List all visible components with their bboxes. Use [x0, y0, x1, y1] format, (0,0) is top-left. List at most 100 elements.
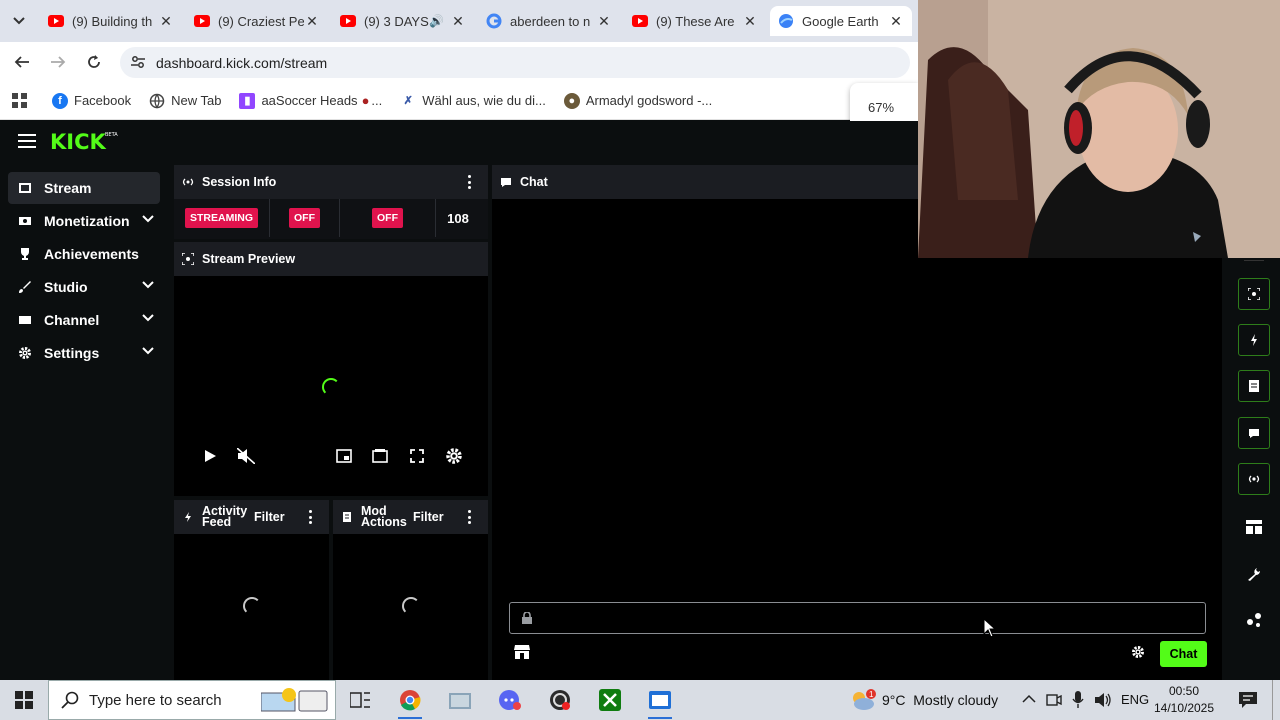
loading-spinner [322, 378, 340, 396]
browser-tab[interactable]: (9) 3 DAYS 🔊 ✕ [332, 6, 474, 36]
chevron-up-icon[interactable] [1022, 694, 1036, 704]
rail-layout-button[interactable] [1238, 511, 1270, 543]
chat-settings-icon[interactable] [1132, 646, 1144, 658]
stream-preview-panel: Stream Preview [174, 242, 488, 496]
taskbar-file-explorer[interactable] [442, 684, 478, 716]
sidebar-item-stream[interactable]: Stream [8, 172, 160, 204]
youtube-icon [194, 13, 210, 29]
filter-button[interactable]: Filter [413, 510, 444, 524]
pip-button[interactable] [334, 446, 354, 466]
rail-stream-preview-button[interactable] [1238, 278, 1270, 310]
chat-input[interactable] [509, 602, 1206, 634]
chat-bubble-icon [500, 176, 512, 188]
gear-icon [446, 448, 462, 464]
reload-button[interactable] [82, 50, 106, 74]
speaker-icon[interactable] [1094, 692, 1112, 708]
notifications-icon[interactable] [1238, 690, 1258, 710]
filter-button[interactable]: Filter [254, 510, 285, 524]
bookmark-facebook[interactable]: f Facebook [52, 92, 131, 109]
bookmarks-bar: f Facebook New Tab ▮ aaSoccer Heads ● ..… [0, 82, 918, 120]
rail-tools-button[interactable] [1238, 558, 1270, 590]
close-icon[interactable]: ✕ [304, 13, 320, 30]
more-options-icon[interactable] [309, 510, 313, 524]
app-window-icon [649, 691, 671, 709]
theater-icon [372, 449, 388, 463]
obs-icon [550, 690, 570, 710]
rail-chat-button[interactable] [1238, 417, 1270, 449]
document-icon [341, 511, 353, 523]
close-icon[interactable]: ✕ [450, 13, 466, 30]
taskbar-xbox[interactable] [592, 684, 628, 716]
broadcast-icon [1248, 475, 1260, 483]
speaker-icon[interactable]: 🔊 [429, 14, 444, 28]
taskbar-discord[interactable] [492, 684, 528, 716]
status-toggle[interactable]: OFF [340, 199, 436, 237]
browser-tab-active[interactable]: Google Earth ✕ [770, 6, 912, 36]
panel-title: Session Info [202, 175, 277, 189]
brush-icon [18, 280, 32, 294]
taskbar-chrome[interactable] [392, 684, 428, 719]
channel-icon [18, 313, 32, 327]
bookmark-new-tab[interactable]: New Tab [149, 93, 221, 109]
mute-button[interactable] [236, 446, 256, 466]
address-bar[interactable]: dashboard.kick.com/stream [120, 47, 910, 78]
activity-feed-header: Activity Feed Filter [174, 500, 329, 534]
bookmark-soccer-heads[interactable]: ▮ aaSoccer Heads ● ... [239, 92, 382, 109]
bookmark-label: Wähl aus, wie du di... [422, 93, 546, 108]
taskbar-kick-app[interactable] [642, 684, 678, 719]
arrow-right-icon [51, 56, 66, 68]
stream-status[interactable]: STREAMING [174, 199, 270, 237]
more-options-icon[interactable] [468, 510, 472, 524]
search-placeholder: Type here to search [89, 691, 222, 709]
back-button[interactable] [10, 50, 34, 74]
site-settings-icon[interactable] [130, 54, 146, 70]
language-indicator[interactable]: ENG [1121, 692, 1149, 707]
close-icon[interactable]: ✕ [742, 13, 758, 30]
browser-tab[interactable]: (9) These Are ✕ [624, 6, 766, 36]
sidebar-item-settings[interactable]: Settings [8, 337, 160, 369]
close-icon[interactable]: ✕ [596, 13, 612, 30]
taskbar-obs[interactable] [542, 684, 578, 716]
forward-button[interactable] [46, 50, 70, 74]
sidebar-item-studio[interactable]: Studio [8, 271, 160, 303]
sidebar-item-monetization[interactable]: Monetization [8, 205, 160, 237]
menu-icon[interactable] [18, 134, 36, 148]
bookmark-armadyl[interactable]: ● Armadyl godsword -... [563, 92, 712, 109]
tab-search-button[interactable] [6, 8, 32, 34]
rail-activity-button[interactable] [1238, 324, 1270, 356]
clock[interactable]: 00:50 14/10/2025 [1150, 683, 1218, 717]
taskbar-search-box[interactable]: Type here to search [48, 680, 336, 720]
meet-now-icon[interactable] [1046, 692, 1062, 708]
tab-title: (9) Craziest Pe [218, 13, 304, 29]
bookmark-label: New Tab [171, 93, 222, 108]
sidebar-item-achievements[interactable]: Achievements [8, 238, 160, 270]
bookmark-waehl-aus[interactable]: ✗ Wähl aus, wie du di... [400, 93, 546, 109]
rail-mod-actions-button[interactable] [1238, 370, 1270, 402]
task-view-button[interactable] [342, 684, 378, 716]
start-button[interactable] [0, 680, 48, 720]
chat-send-button[interactable]: Chat [1160, 641, 1207, 667]
fullscreen-button[interactable] [407, 446, 427, 466]
rail-integrations-button[interactable] [1238, 604, 1270, 636]
microphone-icon[interactable] [1072, 691, 1084, 709]
weather-widget[interactable]: 1 9°C Mostly cloudy [850, 689, 998, 711]
sidebar-item-channel[interactable]: Channel [8, 304, 160, 336]
more-options-icon[interactable] [468, 175, 472, 189]
store-icon[interactable] [514, 645, 530, 659]
webcam-overlay [918, 0, 1280, 258]
browser-tab[interactable]: (9) Building th ✕ [40, 6, 182, 36]
close-icon[interactable]: ✕ [888, 13, 904, 30]
theater-mode-button[interactable] [370, 446, 390, 466]
player-settings-button[interactable] [444, 446, 464, 466]
rail-session-info-button[interactable] [1238, 463, 1270, 495]
close-icon[interactable]: ✕ [158, 13, 174, 30]
browser-tab[interactable]: aberdeen to n ✕ [478, 6, 620, 36]
browser-tab[interactable]: (9) Craziest Pe ✕ [186, 6, 328, 36]
session-info-panel: Session Info STREAMING OFF OFF 108 [174, 165, 488, 239]
bookmark-label: aaSoccer Heads [261, 93, 358, 108]
kick-logo[interactable]: KICK BETA [50, 130, 120, 152]
play-button[interactable] [200, 446, 220, 466]
status-toggle[interactable]: OFF [270, 199, 340, 237]
sidebar-item-label: Channel [44, 312, 100, 328]
apps-grid-icon[interactable] [12, 92, 28, 109]
